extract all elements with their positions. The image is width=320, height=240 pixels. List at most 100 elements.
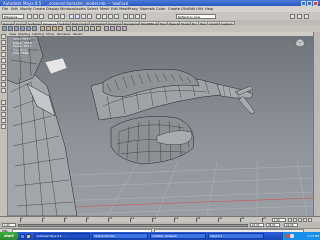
shelf-tab-polygons[interactable]: Polygons [41, 20, 59, 26]
symmetry-field[interactable]: Reflection Axis [176, 13, 216, 19]
lasso-tool-icon[interactable] [1, 40, 6, 45]
rotate-tool-icon[interactable] [1, 58, 6, 63]
last-tool-icon[interactable] [1, 88, 6, 93]
uv-editor-icon[interactable] [122, 26, 127, 31]
anim-end-field[interactable]: 48.00 [266, 223, 280, 227]
menu-modify[interactable]: Modify [20, 7, 32, 11]
poly-cone-icon[interactable] [20, 26, 25, 31]
snap-point-icon[interactable] [108, 13, 113, 19]
extrude-icon[interactable] [66, 26, 71, 31]
clock[interactable]: 3:23 PM [307, 234, 319, 238]
select-component-icon[interactable] [60, 13, 65, 19]
bridge-icon[interactable] [72, 26, 77, 31]
menu-create-uvs[interactable]: Create UVs [168, 7, 188, 11]
tray-security-icon[interactable] [285, 234, 289, 238]
menu-create[interactable]: Create [33, 7, 45, 11]
menu-display[interactable]: Display [46, 7, 59, 11]
move-tool-icon[interactable] [1, 52, 6, 57]
insert-edge-loop-icon[interactable] [96, 26, 101, 31]
time-tick-label: 20 [219, 217, 223, 221]
tool-settings-icon[interactable] [297, 13, 302, 19]
perspective-viewport[interactable]: View Shading Lighting Show Renderer Pane… [7, 32, 313, 216]
save-scene-icon[interactable] [39, 13, 44, 19]
menu-normals[interactable]: Normals [140, 7, 155, 11]
select-object-icon[interactable] [54, 13, 59, 19]
shelf-tab-custom[interactable]: Custom [219, 20, 235, 26]
select-tool-icon[interactable] [1, 34, 6, 39]
minimize-button[interactable] [301, 0, 306, 6]
scene-geometry[interactable] [7, 36, 313, 216]
menu-edit-uvs[interactable]: Edit UVs [188, 7, 203, 11]
fill-hole-icon[interactable] [84, 26, 89, 31]
menu-select[interactable]: Select [87, 7, 98, 11]
attribute-editor-icon[interactable] [290, 13, 295, 19]
ipr-render-icon[interactable] [135, 13, 140, 19]
open-scene-icon[interactable] [33, 13, 38, 19]
single-view-layout-icon[interactable] [1, 100, 6, 105]
menu-file[interactable]: File [2, 7, 8, 11]
menu-window[interactable]: Window [60, 7, 74, 11]
poly-cylinder-icon[interactable] [14, 26, 19, 31]
channel-box-collapsed[interactable] [313, 32, 320, 216]
snap-grid-icon[interactable] [96, 13, 101, 19]
combine-icon[interactable] [40, 26, 45, 31]
uv-mask-icon[interactable] [87, 13, 92, 19]
start-button[interactable]: start [0, 232, 18, 240]
poly-plane-icon[interactable] [26, 26, 31, 31]
taskbar-button-maya-second[interactable]: Maya 8.5 - [208, 233, 264, 239]
snap-plane-icon[interactable] [114, 13, 119, 19]
quick-launch-ie-icon[interactable] [20, 233, 25, 239]
time-tick-label: 8 [87, 217, 89, 221]
tray-volume-icon[interactable] [290, 234, 294, 238]
spherical-mapping-icon[interactable] [116, 26, 121, 31]
poly-torus-icon[interactable] [32, 26, 37, 31]
split-polygon-icon[interactable] [90, 26, 95, 31]
select-hierarchy-icon[interactable] [48, 13, 53, 19]
hypershade-layout-icon[interactable] [1, 124, 6, 129]
poly-sphere-icon[interactable] [2, 26, 7, 31]
quick-launch-folder-icon[interactable] [26, 233, 31, 239]
menu-mesh[interactable]: Mesh [100, 7, 109, 11]
menu-help[interactable]: Help [205, 7, 213, 11]
menu-edit-mesh[interactable]: Edit Mesh [111, 7, 129, 11]
vertex-mask-icon[interactable] [69, 13, 74, 19]
poly-cube-icon[interactable] [8, 26, 13, 31]
time-end-field[interactable]: 24.00 [284, 223, 298, 227]
maximize-button[interactable] [307, 0, 312, 6]
range-bar[interactable] [18, 223, 248, 227]
soft-mod-tool-icon[interactable] [1, 76, 6, 81]
outliner-layout-icon[interactable] [1, 112, 6, 117]
menu-proxy[interactable]: Proxy [128, 7, 138, 11]
taskbar-button-notepad[interactable]: Untitled - Notepad [150, 233, 206, 239]
smooth-icon[interactable] [58, 26, 63, 31]
range-end-field[interactable]: 24.00 [250, 223, 264, 227]
show-manipulator-icon[interactable] [1, 82, 6, 87]
scale-tool-icon[interactable] [1, 64, 6, 69]
four-view-layout-icon[interactable] [1, 106, 6, 111]
manipulator-tool-icon[interactable] [1, 70, 6, 75]
menu-set-dropdown[interactable]: Polygons [2, 13, 24, 19]
extract-icon[interactable] [52, 26, 57, 31]
view-cube-icon[interactable] [295, 38, 305, 48]
close-button[interactable] [313, 0, 318, 6]
face-mask-icon[interactable] [81, 13, 86, 19]
menu-color[interactable]: Color [156, 7, 165, 11]
snap-curve-icon[interactable] [102, 13, 107, 19]
paint-select-tool-icon[interactable] [1, 46, 6, 51]
separate-icon[interactable] [46, 26, 51, 31]
menu-assets[interactable]: Assets [74, 7, 86, 11]
taskbar-button-maya[interactable]: Autodesk Maya 8.5 - ... [34, 233, 90, 239]
edge-mask-icon[interactable] [75, 13, 80, 19]
history-icon[interactable] [123, 13, 128, 19]
render-settings-icon[interactable] [141, 13, 146, 19]
cylindrical-mapping-icon[interactable] [110, 26, 115, 31]
graph-editor-layout-icon[interactable] [1, 118, 6, 123]
planar-mapping-icon[interactable] [104, 26, 109, 31]
render-icon[interactable] [129, 13, 134, 19]
new-scene-icon[interactable] [27, 13, 32, 19]
menu-edit[interactable]: Edit [11, 7, 18, 11]
taskbar-button-output[interactable]: Output Window [92, 233, 148, 239]
range-start-field[interactable]: 1.00 [2, 223, 16, 227]
channel-box-icon[interactable] [304, 13, 309, 19]
append-polygon-icon[interactable] [78, 26, 83, 31]
